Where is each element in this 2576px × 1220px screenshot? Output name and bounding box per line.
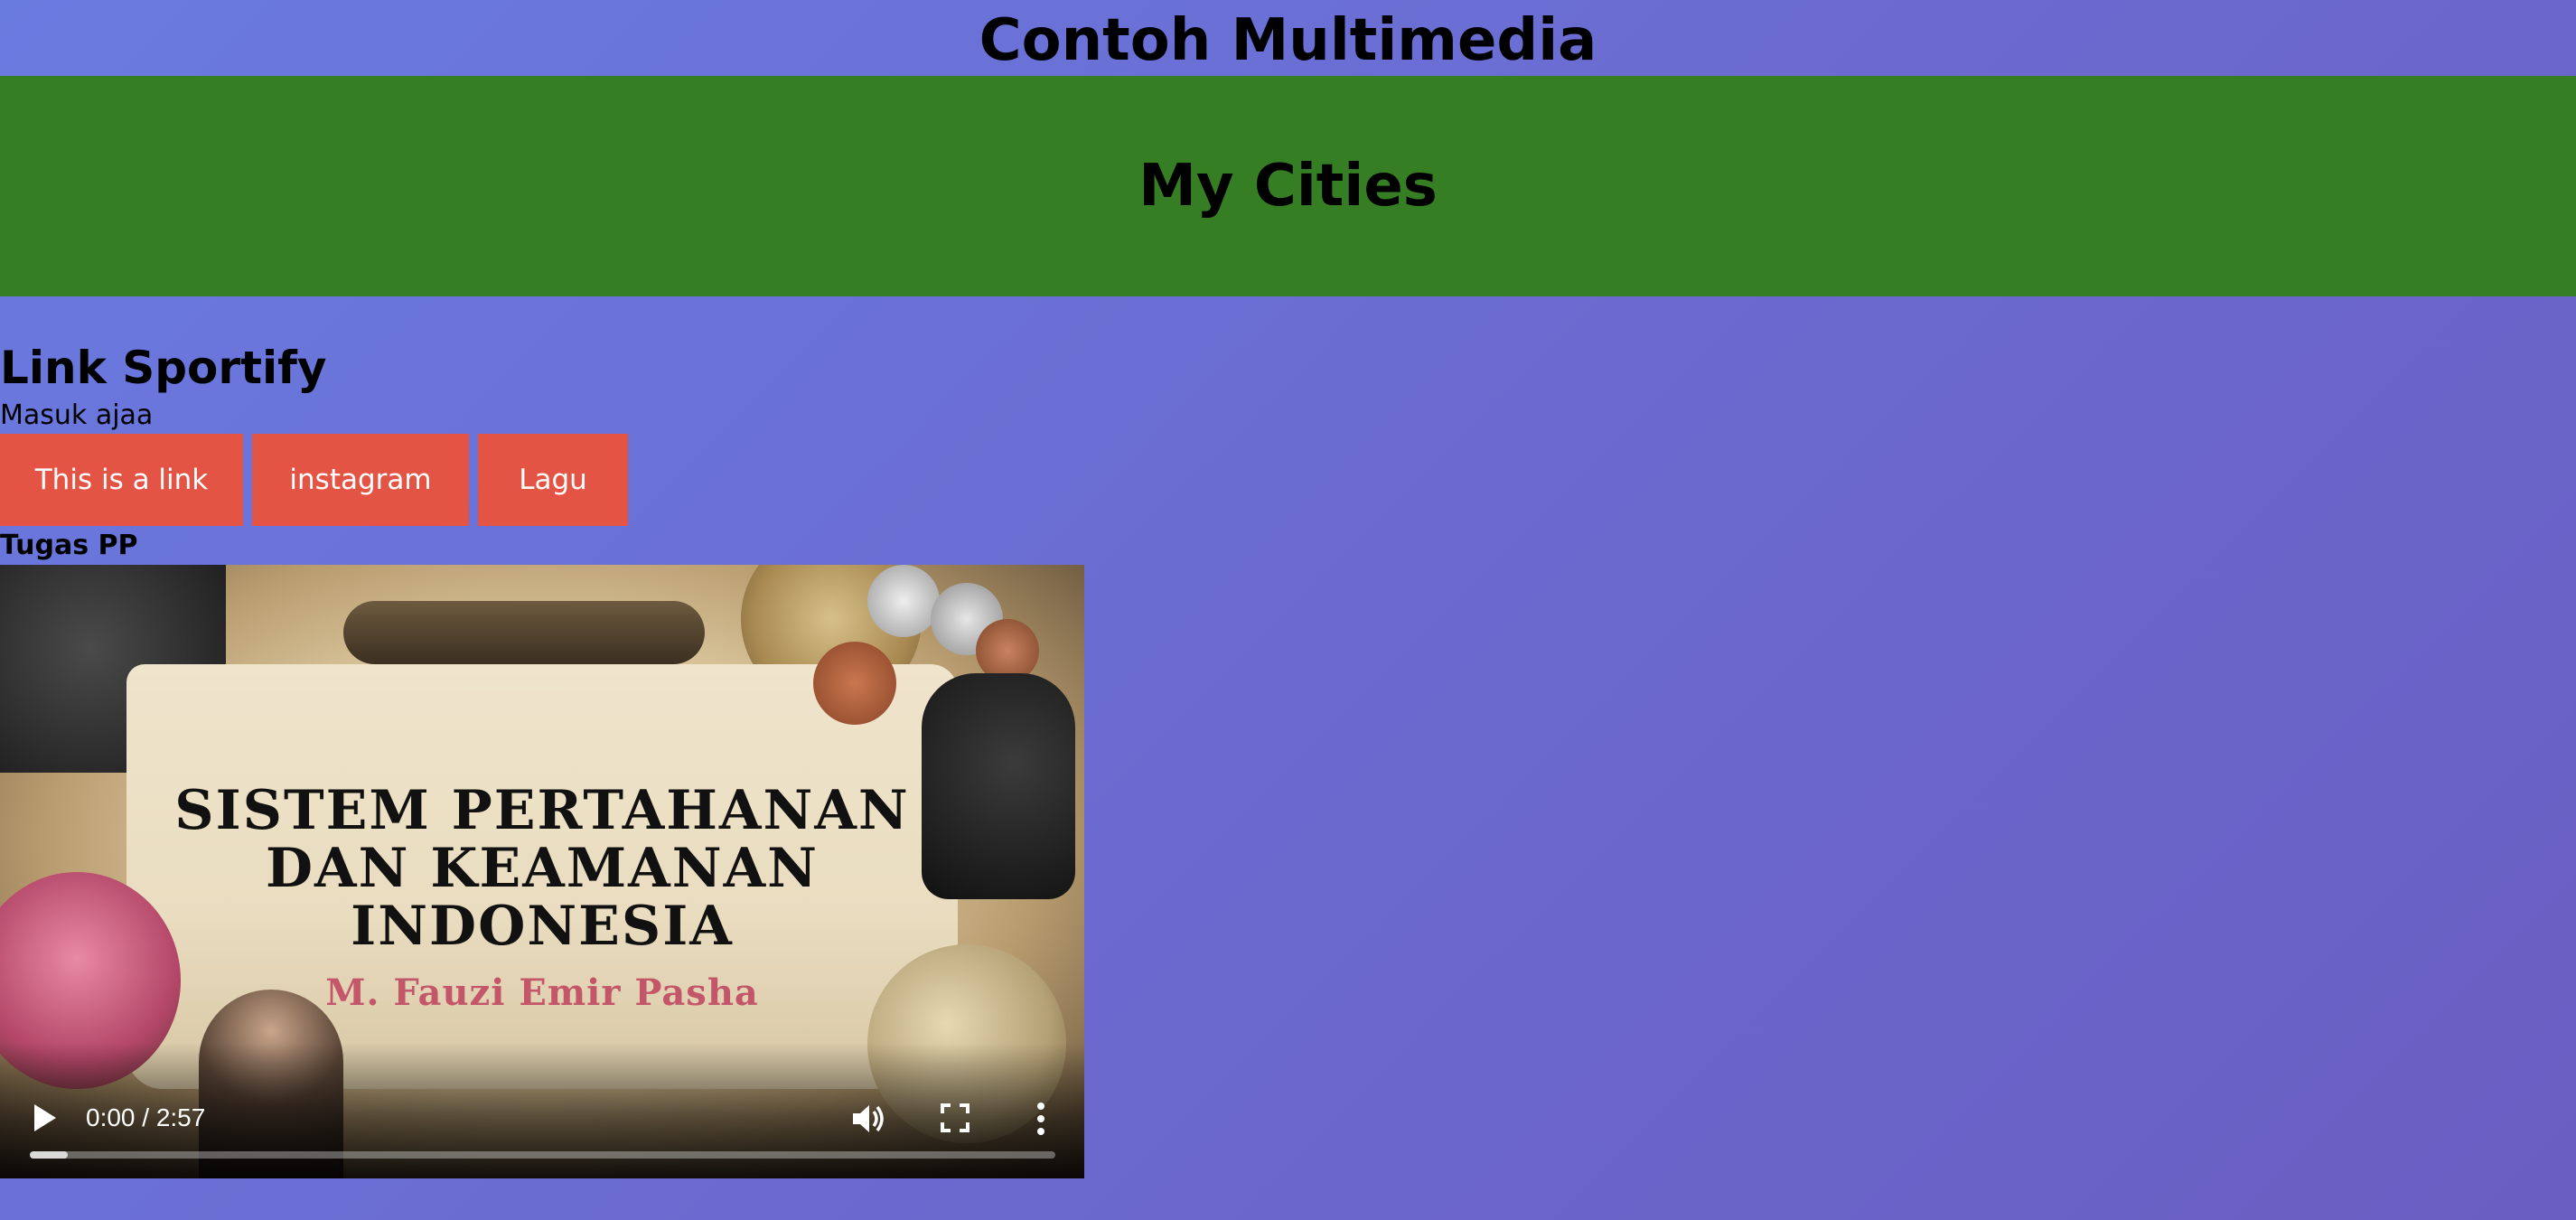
video-thumbnail-title: SISTEM PERTAHANAN DAN KEAMANAN INDONESIA bbox=[174, 779, 910, 958]
video-buffer-indicator bbox=[30, 1151, 68, 1159]
video-player[interactable]: SISTEM PERTAHANAN DAN KEAMANAN INDONESIA… bbox=[0, 565, 1084, 1178]
links-heading: Link Sportify bbox=[0, 342, 327, 394]
video-time-display: 0:00 / 2:57 bbox=[86, 1103, 206, 1131]
lagu-button[interactable]: Lagu bbox=[478, 434, 628, 526]
coin-decoration bbox=[813, 642, 896, 725]
play-icon[interactable] bbox=[31, 1103, 58, 1133]
links-subtitle: Masuk ajaa bbox=[0, 399, 154, 431]
instagram-button[interactable]: instagram bbox=[252, 434, 469, 526]
this-is-a-link-button[interactable]: This is a link bbox=[0, 434, 243, 526]
page-title: Contoh Multimedia bbox=[979, 7, 1597, 74]
video-thumbnail-author: M. Fauzi Emir Pasha bbox=[325, 971, 759, 1014]
video-label: Tugas PP bbox=[0, 530, 138, 561]
coin-decoration bbox=[867, 565, 940, 637]
video-progress-bar[interactable] bbox=[30, 1151, 1055, 1159]
key-decoration bbox=[343, 601, 705, 664]
fullscreen-icon[interactable] bbox=[940, 1103, 970, 1133]
more-options-icon[interactable] bbox=[1030, 1101, 1052, 1137]
video-controls: 0:00 / 2:57 bbox=[0, 1043, 1084, 1178]
volume-icon[interactable] bbox=[849, 1101, 885, 1137]
banner-title: My Cities bbox=[1138, 153, 1438, 220]
banner: My Cities bbox=[0, 76, 2576, 296]
